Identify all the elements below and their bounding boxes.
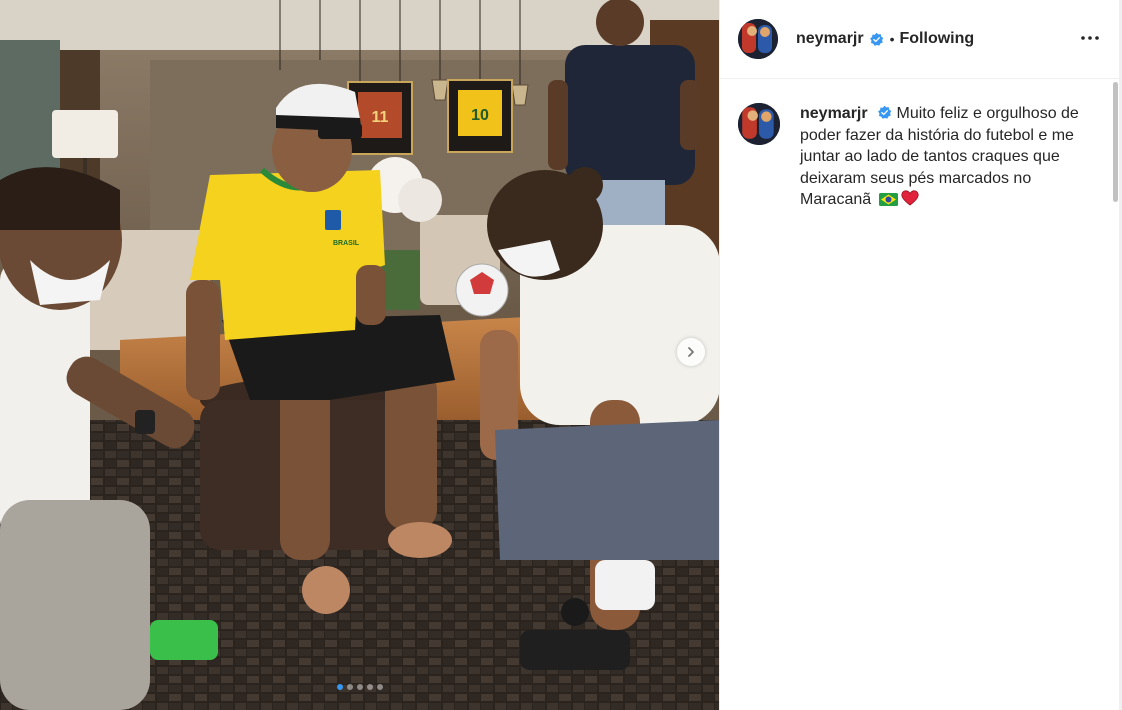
frame-right-number: 10 [471, 107, 489, 124]
caption-text-block: neymarjr Muito feliz e orgulhoso de pode… [800, 103, 1100, 213]
photo-illustration: 11 10 BRASIL [0, 0, 719, 710]
header-separator: • [889, 31, 895, 47]
verified-badge-icon [877, 105, 892, 120]
brazil-flag-emoji [878, 191, 898, 213]
standing-man-head [596, 0, 644, 46]
caption-section: neymarjr Muito feliz e orgulhoso de pode… [720, 79, 1120, 213]
lamp-shade [52, 110, 118, 158]
avatar[interactable] [738, 19, 778, 59]
caption-scrollbar[interactable] [1113, 82, 1118, 202]
post-header: neymarjr • Following [720, 0, 1120, 79]
avatar-image [738, 19, 778, 59]
carousel-indicator [0, 684, 719, 690]
verified-badge-icon [869, 32, 884, 47]
green-packet [150, 620, 218, 660]
carousel-dot [356, 684, 363, 690]
post-username[interactable]: neymarjr [796, 30, 864, 48]
caption-avatar[interactable] [738, 103, 780, 145]
frame-left-number: 11 [372, 109, 389, 126]
red-heart-emoji [901, 190, 919, 213]
carousel-dot [376, 684, 383, 690]
more-options-button[interactable] [1078, 28, 1102, 48]
carousel-dot [366, 684, 373, 690]
carousel-dot [346, 684, 353, 690]
following-button[interactable]: Following [900, 30, 975, 48]
carousel-next-button[interactable] [677, 338, 705, 366]
jersey-text: BRASIL [333, 240, 360, 247]
more-options-icon [1081, 36, 1099, 40]
post-side-panel: neymarjr • Following neymarjr Muito feli… [719, 0, 1120, 710]
caption-username[interactable]: neymarjr [800, 105, 868, 122]
carousel-dot [336, 684, 343, 690]
avatar-image [738, 103, 780, 145]
post-photo[interactable]: 11 10 BRASIL [0, 0, 719, 710]
standing-man-shirt [565, 45, 695, 185]
chevron-right-icon [688, 347, 694, 357]
